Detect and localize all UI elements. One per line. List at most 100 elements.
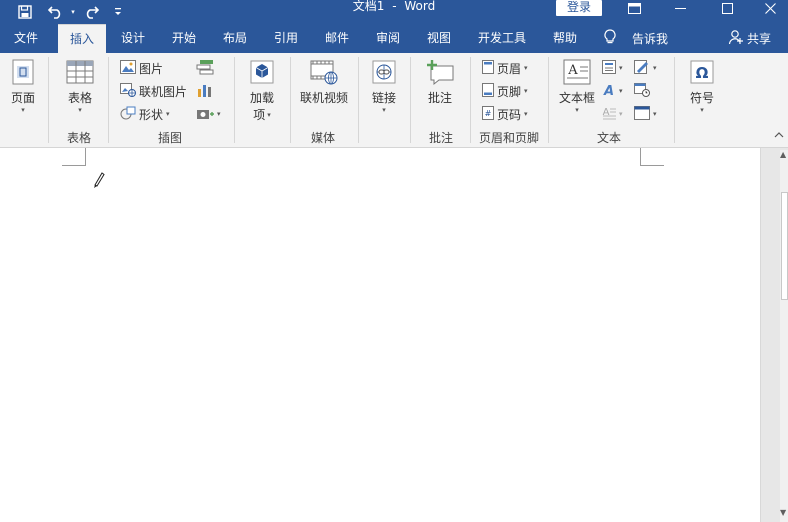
shapes-label: 形状 <box>139 107 164 122</box>
page-number-label: 页码 <box>497 107 522 122</box>
group-separator <box>108 57 109 143</box>
title-separator: - <box>392 0 397 13</box>
group-separator <box>410 57 411 143</box>
ribbon-insert: 页面 ▾ 表格 ▾ 表格 图片 联机图片 形状 ▾ ▾ 插图 加载 项 ▾ 联机… <box>0 53 788 148</box>
group-label-illustrations: 插图 <box>157 131 182 145</box>
pages-button[interactable]: 页面 ▾ <box>6 57 40 114</box>
group-separator <box>470 57 471 143</box>
group-label-tables: 表格 <box>66 131 91 145</box>
online-picture-button[interactable]: 联机图片 <box>120 82 187 100</box>
signature-line-icon <box>634 59 650 77</box>
links-dropdown-icon: ▾ <box>382 106 386 114</box>
text-cursor-icon <box>92 170 106 191</box>
maximize-icon[interactable] <box>709 0 745 16</box>
page-number-icon: # <box>482 105 494 123</box>
online-video-label: 联机视频 <box>299 91 348 105</box>
tab-view[interactable]: 视图 <box>416 23 462 53</box>
addins-button[interactable]: 加载 项 ▾ <box>244 57 280 123</box>
tab-developer[interactable]: 开发工具 <box>468 23 536 53</box>
date-time-icon <box>634 82 650 100</box>
save-icon[interactable] <box>14 0 36 23</box>
header-button[interactable]: 页眉 ▾ <box>482 59 528 77</box>
ribbon-display-options-icon[interactable] <box>616 0 652 16</box>
object-button[interactable]: ▾ <box>634 105 657 123</box>
header-dropdown-icon: ▾ <box>524 64 528 72</box>
ribbon-tab-bar: 文件 插入 设计 开始 布局 引用 邮件 审阅 视图 开发工具 帮助 <box>0 23 788 53</box>
title-bar: ▾ 文档1 - Word 登录 <box>0 0 788 23</box>
scroll-up-icon[interactable]: ▲ <box>780 150 786 159</box>
share-button[interactable]: 共享 <box>728 23 771 53</box>
date-time-button[interactable] <box>634 82 650 100</box>
footer-dropdown-icon: ▾ <box>524 87 528 95</box>
online-picture-icon <box>120 82 136 100</box>
drop-cap-dropdown-icon: ▾ <box>619 110 623 118</box>
margin-corner-right <box>640 148 664 166</box>
tab-review[interactable]: 审阅 <box>365 23 411 53</box>
tell-me-label: 告诉我 <box>632 31 669 46</box>
scrollbar-thumb[interactable] <box>781 192 788 300</box>
footer-label: 页脚 <box>497 84 522 99</box>
picture-button[interactable]: 图片 <box>120 59 163 77</box>
chart-button[interactable] <box>197 82 213 100</box>
drop-cap-button[interactable]: A ▾ <box>602 105 623 123</box>
tab-design[interactable]: 设计 <box>110 23 156 53</box>
shapes-icon <box>120 106 136 123</box>
wordart-button[interactable]: A ▾ <box>602 82 623 100</box>
page-number-button[interactable]: # 页码 ▾ <box>482 105 528 123</box>
document-canvas[interactable] <box>0 148 760 522</box>
tab-help[interactable]: 帮助 <box>542 23 588 53</box>
comment-icon <box>425 57 455 87</box>
tab-references[interactable]: 引用 <box>263 23 309 53</box>
table-button[interactable]: 表格 ▾ <box>62 57 98 114</box>
table-icon <box>65 57 95 87</box>
close-icon[interactable] <box>752 0 788 16</box>
links-button[interactable]: 链接 ▾ <box>366 57 402 114</box>
picture-icon <box>120 59 136 77</box>
svg-text:#: # <box>485 109 492 118</box>
page-number-dropdown-icon: ▾ <box>524 110 528 118</box>
tab-mailings[interactable]: 邮件 <box>314 23 360 53</box>
tab-file[interactable]: 文件 <box>4 23 48 53</box>
pages-label: 页面 <box>10 91 35 105</box>
share-label: 共享 <box>747 31 772 46</box>
redo-icon[interactable] <box>80 0 102 23</box>
symbols-button[interactable]: Ω 符号 ▾ <box>684 57 720 114</box>
wordart-icon: A <box>602 83 616 100</box>
lightbulb-icon <box>604 28 616 48</box>
textbox-button[interactable]: A 文本框 ▾ <box>556 57 598 114</box>
group-separator <box>674 57 675 143</box>
footer-button[interactable]: 页脚 ▾ <box>482 82 528 100</box>
smartart-button[interactable] <box>196 59 214 77</box>
minimize-icon[interactable] <box>662 0 698 16</box>
new-comment-button[interactable]: 批注 <box>422 57 458 106</box>
collapse-ribbon-icon[interactable] <box>774 131 784 142</box>
customize-qat-icon[interactable] <box>110 0 126 23</box>
online-video-button[interactable]: 联机视频 <box>296 57 352 106</box>
header-label: 页眉 <box>497 61 522 76</box>
tab-insert[interactable]: 插入 <box>58 24 106 53</box>
group-separator <box>290 57 291 143</box>
header-icon <box>482 59 494 77</box>
textbox-label: 文本框 <box>558 91 595 105</box>
signature-line-button[interactable]: ▾ <box>634 59 657 77</box>
screenshot-button[interactable]: ▾ <box>196 105 221 123</box>
link-icon <box>369 57 399 87</box>
shapes-button[interactable]: 形状 ▾ <box>120 105 170 123</box>
group-label-header-footer: 页眉和页脚 <box>478 131 539 145</box>
undo-dropdown-icon[interactable]: ▾ <box>68 0 78 23</box>
online-video-icon <box>309 57 339 87</box>
group-separator <box>234 57 235 143</box>
table-dropdown-icon: ▾ <box>78 106 82 114</box>
smartart-icon <box>196 59 214 78</box>
scroll-down-icon[interactable]: ▼ <box>780 508 786 517</box>
tell-me-box[interactable]: 告诉我 <box>604 23 668 53</box>
app-name: Word <box>404 0 436 13</box>
addins-icon <box>247 57 277 87</box>
quick-parts-button[interactable]: ▾ <box>602 59 623 77</box>
online-picture-label: 联机图片 <box>139 84 188 99</box>
login-button[interactable]: 登录 <box>556 0 602 16</box>
tab-home[interactable]: 开始 <box>161 23 207 53</box>
tab-layout[interactable]: 布局 <box>212 23 258 53</box>
undo-icon[interactable] <box>44 0 68 23</box>
bar-chart-icon <box>197 83 213 100</box>
